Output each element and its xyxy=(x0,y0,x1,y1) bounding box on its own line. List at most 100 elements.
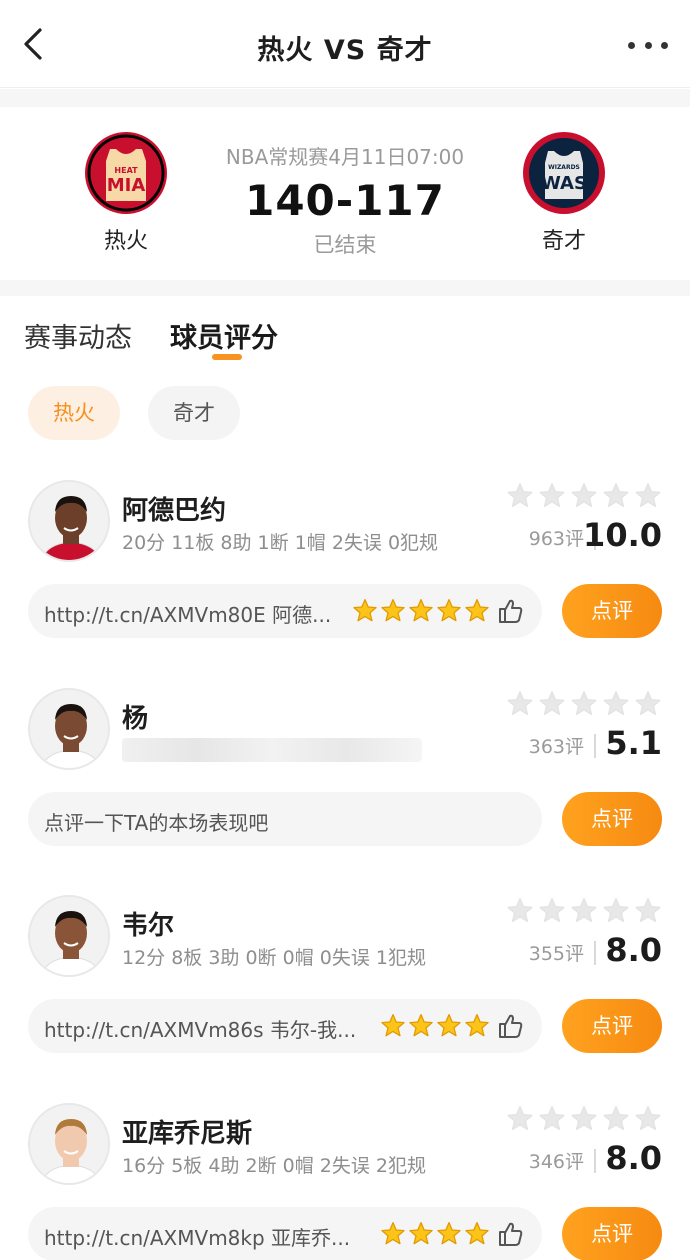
comment-star-icon xyxy=(352,598,378,624)
comment-stars xyxy=(380,1221,490,1247)
player-avatar[interactable] xyxy=(28,1103,110,1185)
comment-text: http://t.cn/AXMVm86s 韦尔-我... xyxy=(44,1018,357,1042)
rating-star-icon[interactable] xyxy=(634,897,662,925)
rating-star-icon[interactable] xyxy=(634,1105,662,1133)
comment-star-icon xyxy=(436,598,462,624)
comment-star-icon xyxy=(380,1013,406,1039)
rating-star-icon[interactable] xyxy=(570,897,598,925)
tab-game-events[interactable]: 赛事动态 xyxy=(24,316,132,355)
rating-star-icon[interactable] xyxy=(570,1105,598,1133)
rating-stars[interactable] xyxy=(506,690,662,718)
comment-text: http://t.cn/AXMVm80E 阿德... xyxy=(44,603,332,627)
divider xyxy=(594,1149,596,1173)
comment-star-icon xyxy=(408,1013,434,1039)
rating-stars[interactable] xyxy=(506,482,662,510)
away-team[interactable]: WIZARDS WAS 奇才 xyxy=(504,131,624,255)
comment-star-icon xyxy=(464,1013,490,1039)
rate-button[interactable]: 点评 xyxy=(562,1207,662,1260)
rating-star-icon[interactable] xyxy=(602,897,630,925)
home-team-name: 热火 xyxy=(103,229,148,254)
rating-star-icon[interactable] xyxy=(506,482,534,510)
player-card: 韦尔 12分 8板 3助 0断 0帽 0失误 1犯规 355评 8.0 http://t… xyxy=(0,895,690,1095)
filter-wizards[interactable]: 奇才 xyxy=(148,386,240,440)
thumb-up-icon[interactable] xyxy=(496,1220,524,1248)
player-name: 韦尔 xyxy=(122,911,175,941)
league-time: NBA常规赛4月11日07:00 xyxy=(225,145,465,169)
player-card: 杨 363评 5.1 点评一下TA的本场表现吧 点评 xyxy=(0,688,690,888)
top-comment[interactable]: http://t.cn/AXMVm80E 阿德... xyxy=(28,584,542,638)
svg-text:WAS: WAS xyxy=(541,173,587,194)
comment-stars xyxy=(380,1013,490,1039)
divider xyxy=(0,89,690,107)
rating-count: 963评 xyxy=(528,528,584,550)
top-comment[interactable]: http://t.cn/AXMVm8kp 亚库乔... xyxy=(28,1207,542,1260)
rating-star-icon[interactable] xyxy=(538,482,566,510)
top-bar: 热火 VS 奇才 xyxy=(0,0,690,88)
rating-star-icon[interactable] xyxy=(506,897,534,925)
blurred-stats xyxy=(122,738,422,762)
filter-heat[interactable]: 热火 xyxy=(28,386,120,440)
player-stats: 12分 8板 3助 0断 0帽 0失误 1犯规 xyxy=(122,947,426,969)
player-stats: 20分 11板 8助 1断 1帽 2失误 0犯规 xyxy=(122,532,439,554)
home-team[interactable]: HEAT MIA 热火 xyxy=(66,131,186,255)
comment-star-icon xyxy=(408,1221,434,1247)
rating-count: 363评 xyxy=(528,736,584,758)
player-avatar[interactable] xyxy=(28,480,110,562)
rating-star-icon[interactable] xyxy=(602,690,630,718)
divider xyxy=(0,280,690,296)
rating-star-icon[interactable] xyxy=(634,690,662,718)
rate-button[interactable]: 点评 xyxy=(562,999,662,1053)
away-team-name: 奇才 xyxy=(541,229,586,254)
rate-button[interactable]: 点评 xyxy=(562,584,662,638)
rating-star-icon[interactable] xyxy=(602,1105,630,1133)
comment-star-icon xyxy=(380,1221,406,1247)
player-name: 亚库乔尼斯 xyxy=(122,1119,253,1149)
player-avatar[interactable] xyxy=(28,895,110,977)
rating-star-icon[interactable] xyxy=(538,897,566,925)
rating-star-icon[interactable] xyxy=(506,690,534,718)
svg-text:MIA: MIA xyxy=(107,175,146,196)
thumb-up-icon[interactable] xyxy=(496,597,524,625)
player-rating: 10.0 xyxy=(583,516,662,554)
top-comment[interactable]: http://t.cn/AXMVm86s 韦尔-我... xyxy=(28,999,542,1053)
comment-text: http://t.cn/AXMVm8kp 亚库乔... xyxy=(44,1226,351,1250)
rating-count: 355评 xyxy=(528,943,584,965)
active-tab-indicator xyxy=(212,354,242,360)
comment-star-icon xyxy=(464,598,490,624)
rate-button[interactable]: 点评 xyxy=(562,792,662,846)
comment-star-icon xyxy=(464,1221,490,1247)
comment-text: 点评一下TA的本场表现吧 xyxy=(44,811,269,835)
comment-star-icon xyxy=(436,1221,462,1247)
rating-star-icon[interactable] xyxy=(634,482,662,510)
rating-count: 346评 xyxy=(528,1151,584,1173)
rating-stars[interactable] xyxy=(506,1105,662,1133)
tab-bar: 赛事动态 球员评分 xyxy=(0,296,690,366)
rating-stars[interactable] xyxy=(506,897,662,925)
heat-logo-icon: HEAT MIA xyxy=(84,131,168,215)
player-name: 杨 xyxy=(122,704,149,734)
divider xyxy=(594,941,596,965)
comment-star-icon xyxy=(408,598,434,624)
score-panel: NBA常规赛4月11日07:00 140-117 已结束 xyxy=(190,141,500,259)
match-summary: HEAT MIA 热火 NBA常规赛4月11日07:00 140-117 已结束… xyxy=(0,107,690,280)
rating-star-icon[interactable] xyxy=(538,1105,566,1133)
comment-star-icon xyxy=(436,1013,462,1039)
rating-star-icon[interactable] xyxy=(602,482,630,510)
game-status: 已结束 xyxy=(313,233,377,257)
rating-star-icon[interactable] xyxy=(506,1105,534,1133)
thumb-up-icon[interactable] xyxy=(496,1012,524,1040)
rating-star-icon[interactable] xyxy=(570,690,598,718)
tab-player-ratings[interactable]: 球员评分 xyxy=(170,316,278,355)
wizards-logo-icon: WIZARDS WAS xyxy=(522,131,606,215)
rating-star-icon[interactable] xyxy=(538,690,566,718)
player-avatar[interactable] xyxy=(28,688,110,770)
more-options-icon[interactable] xyxy=(628,38,668,52)
rating-star-icon[interactable] xyxy=(570,482,598,510)
player-name: 阿德巴约 xyxy=(122,496,227,526)
divider xyxy=(594,734,596,758)
top-comment[interactable]: 点评一下TA的本场表现吧 xyxy=(28,792,542,846)
svg-text:HEAT: HEAT xyxy=(114,166,138,175)
page-title: 热火 VS 奇才 xyxy=(257,35,433,66)
player-rating: 5.1 xyxy=(605,724,662,762)
player-stats: 16分 5板 4助 2断 0帽 2失误 2犯规 xyxy=(122,1155,426,1177)
